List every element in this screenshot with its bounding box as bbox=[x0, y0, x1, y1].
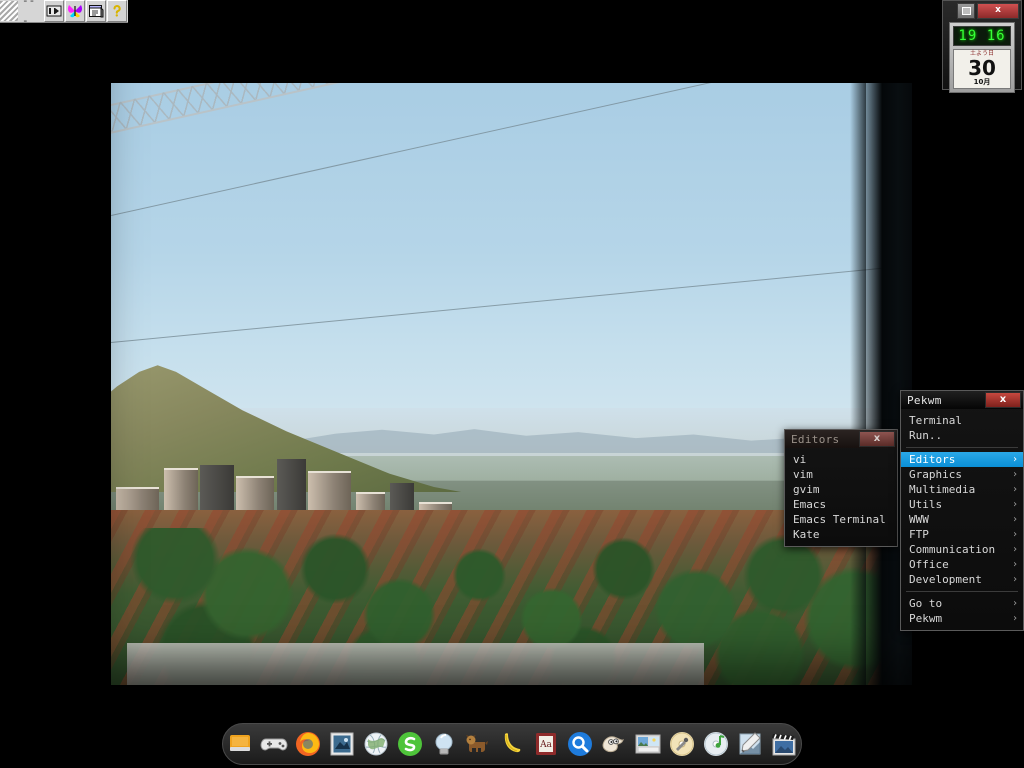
wm-icon-toolbar[interactable]: --- bbox=[0, 0, 128, 23]
editors-menu-items: vi vim gvim Emacs Emacs Terminal Kate bbox=[785, 448, 897, 546]
menu-item-ftp[interactable]: FTP › bbox=[901, 527, 1023, 542]
chevron-right-icon: › bbox=[1012, 574, 1018, 585]
menu-item-label: Editors bbox=[909, 453, 955, 466]
menu-item-multimedia[interactable]: Multimedia › bbox=[901, 482, 1023, 497]
menu-item-run[interactable]: Run.. bbox=[901, 428, 1023, 443]
menu-item-label: FTP bbox=[909, 528, 929, 541]
pekwm-menu-items: Terminal Run.. Editors › Graphics › Mult… bbox=[901, 409, 1023, 630]
skype-icon[interactable] bbox=[395, 729, 425, 759]
menu-item-kate[interactable]: Kate bbox=[785, 527, 897, 542]
help-question-icon[interactable] bbox=[107, 0, 127, 22]
chevron-right-icon: › bbox=[1012, 559, 1018, 570]
gamepad-icon[interactable] bbox=[259, 729, 289, 759]
pekwm-menu-title: Pekwm bbox=[907, 394, 942, 407]
toolbar-drag-handle[interactable] bbox=[0, 1, 18, 21]
search-magnifier-icon[interactable] bbox=[565, 729, 595, 759]
gimp-wilber-icon[interactable] bbox=[599, 729, 629, 759]
menu-item-graphics[interactable]: Graphics › bbox=[901, 467, 1023, 482]
svg-text:Aa: Aa bbox=[539, 740, 552, 750]
menu-item-emacs[interactable]: Emacs bbox=[785, 497, 897, 512]
hard-drive-icon[interactable] bbox=[225, 729, 255, 759]
firefox-icon[interactable] bbox=[293, 729, 323, 759]
movie-clapper-icon[interactable] bbox=[769, 729, 799, 759]
close-icon[interactable]: x bbox=[985, 392, 1021, 408]
calendar-month: 10月 bbox=[954, 78, 1010, 87]
clock-titlebar: x bbox=[945, 3, 1019, 19]
pekwm-root-menu[interactable]: Pekwm x Terminal Run.. Editors › Graphic… bbox=[900, 390, 1024, 631]
menu-item-office[interactable]: Office › bbox=[901, 557, 1023, 572]
menu-item-communication[interactable]: Communication › bbox=[901, 542, 1023, 557]
menu-item-label: Pekwm bbox=[909, 612, 942, 625]
globe-icon[interactable] bbox=[361, 729, 391, 759]
menu-item-label: vi bbox=[793, 453, 806, 466]
menu-item-label: Go to bbox=[909, 597, 942, 610]
chevron-right-icon: › bbox=[1012, 598, 1018, 609]
chevron-right-icon: › bbox=[1012, 469, 1018, 480]
paint-drawing-icon[interactable] bbox=[735, 729, 765, 759]
close-icon[interactable]: x bbox=[977, 3, 1019, 19]
menu-item-go-to[interactable]: Go to › bbox=[901, 596, 1023, 611]
cow-icon[interactable] bbox=[463, 729, 493, 759]
menu-item-label: WWW bbox=[909, 513, 929, 526]
butterfly-icon[interactable] bbox=[65, 0, 85, 22]
photo-vignette bbox=[111, 83, 912, 685]
clock-body: 19 16 土よう日 30 10月 bbox=[949, 22, 1015, 93]
menu-separator bbox=[906, 591, 1018, 592]
music-cd-icon[interactable] bbox=[701, 729, 731, 759]
editors-menu-title: Editors bbox=[791, 433, 839, 446]
menu-item-label: vim bbox=[793, 468, 813, 481]
application-dock[interactable]: Aa bbox=[222, 723, 802, 765]
menu-item-utils[interactable]: Utils › bbox=[901, 497, 1023, 512]
menu-item-emacs-terminal[interactable]: Emacs Terminal bbox=[785, 512, 897, 527]
menu-item-vim[interactable]: vim bbox=[785, 467, 897, 482]
menu-item-editors[interactable]: Editors › bbox=[901, 452, 1023, 467]
menu-item-terminal[interactable]: Terminal bbox=[901, 413, 1023, 428]
chevron-right-icon: › bbox=[1012, 499, 1018, 510]
chevron-right-icon: › bbox=[1012, 454, 1018, 465]
clock-calendar-dockapp[interactable]: x 19 16 土よう日 30 10月 bbox=[942, 0, 1022, 90]
menu-item-label: Run.. bbox=[909, 429, 942, 442]
menu-item-www[interactable]: WWW › bbox=[901, 512, 1023, 527]
menu-item-label: Emacs bbox=[793, 498, 826, 511]
calendar-day-number: 30 bbox=[954, 58, 1010, 78]
menu-item-label: Kate bbox=[793, 528, 820, 541]
calendar-widget: 土よう日 30 10月 bbox=[953, 49, 1011, 89]
chevron-right-icon: › bbox=[1012, 613, 1018, 624]
minimize-icon[interactable] bbox=[957, 3, 975, 19]
menu-item-pekwm[interactable]: Pekwm › bbox=[901, 611, 1023, 626]
menu-item-development[interactable]: Development › bbox=[901, 572, 1023, 587]
menu-item-label: Utils bbox=[909, 498, 942, 511]
terminal-window-icon[interactable] bbox=[86, 0, 106, 22]
menu-item-label: Office bbox=[909, 558, 949, 571]
chevron-right-icon: › bbox=[1012, 544, 1018, 555]
mail-stamp-icon[interactable] bbox=[327, 729, 357, 759]
chevron-right-icon: › bbox=[1012, 514, 1018, 525]
chevron-right-icon: › bbox=[1012, 484, 1018, 495]
cd-tools-icon[interactable] bbox=[667, 729, 697, 759]
pekwm-menu-titlebar[interactable]: Pekwm x bbox=[901, 391, 1023, 409]
close-icon[interactable]: x bbox=[859, 431, 895, 447]
photo-album-icon[interactable] bbox=[633, 729, 663, 759]
banana-icon[interactable] bbox=[497, 729, 527, 759]
dictionary-icon[interactable]: Aa bbox=[531, 729, 561, 759]
toolbar-handle-label: --- bbox=[18, 0, 44, 31]
menu-item-label: gvim bbox=[793, 483, 820, 496]
menu-item-label: Terminal bbox=[909, 414, 962, 427]
menu-item-label: Development bbox=[909, 573, 982, 586]
pager-icon[interactable] bbox=[44, 0, 64, 22]
chevron-right-icon: › bbox=[1012, 529, 1018, 540]
menu-item-vi[interactable]: vi bbox=[785, 452, 897, 467]
editors-menu-titlebar[interactable]: Editors x bbox=[785, 430, 897, 448]
menu-item-label: Emacs Terminal bbox=[793, 513, 886, 526]
lightbulb-icon[interactable] bbox=[429, 729, 459, 759]
city-photo-wallpaper bbox=[111, 83, 912, 685]
menu-separator bbox=[906, 447, 1018, 448]
menu-item-label: Communication bbox=[909, 543, 995, 556]
editors-submenu[interactable]: Editors x vi vim gvim Emacs Emacs Termin… bbox=[784, 429, 898, 547]
menu-item-label: Graphics bbox=[909, 468, 962, 481]
menu-item-gvim[interactable]: gvim bbox=[785, 482, 897, 497]
clock-lcd-display: 19 16 bbox=[953, 26, 1011, 46]
clock-time: 19 16 bbox=[958, 28, 1005, 44]
menu-item-label: Multimedia bbox=[909, 483, 975, 496]
